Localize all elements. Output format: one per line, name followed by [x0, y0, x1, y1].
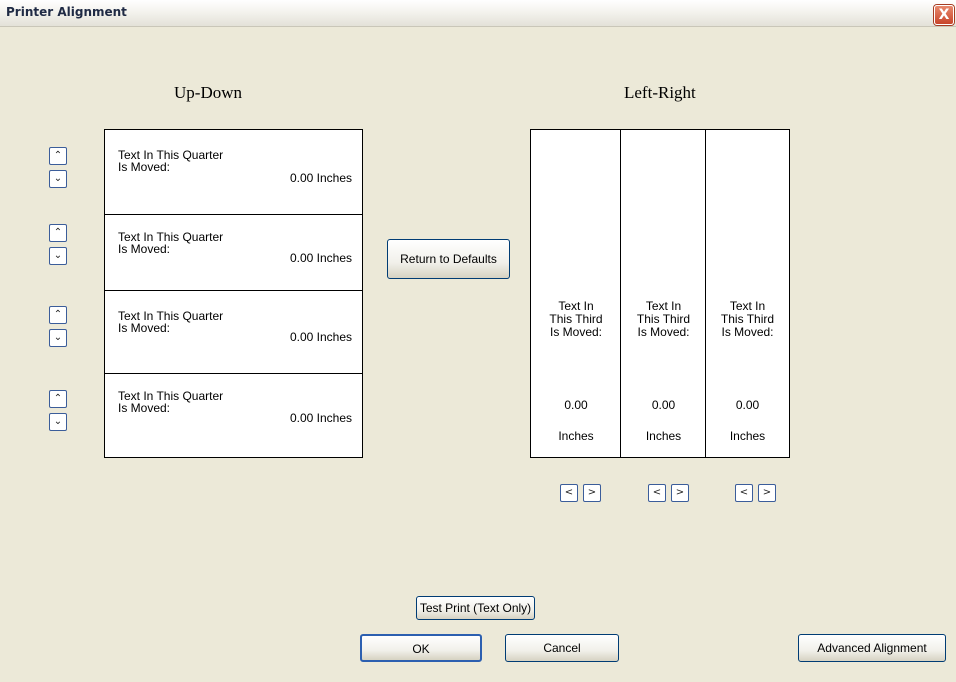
- quarter-value: 0.00 Inches: [289, 251, 352, 265]
- third-label-line3: Is Moved:: [549, 325, 603, 339]
- return-to-defaults-button[interactable]: Return to Defaults: [387, 239, 510, 279]
- window-title: Printer Alignment: [6, 5, 127, 19]
- third-label-line3: Is Moved:: [721, 325, 774, 339]
- quarter-3-down-button[interactable]: ⌄: [49, 329, 67, 347]
- quarter-4-up-button[interactable]: ⌃: [49, 390, 67, 408]
- quarter-4-down-button[interactable]: ⌄: [49, 413, 67, 431]
- quarter-row: Text In This Quarter Is Moved: 0.00 Inch…: [105, 373, 362, 457]
- ok-button[interactable]: OK: [360, 634, 482, 662]
- quarter-label-line2: Is Moved:: [118, 401, 171, 415]
- quarter-label-line2: Is Moved:: [118, 242, 171, 256]
- quarter-label: Text In This Quarter Is Moved:: [118, 231, 268, 255]
- cancel-button[interactable]: Cancel: [505, 634, 619, 662]
- third-value: 0.00: [651, 398, 676, 412]
- quarter-row: Text In This Quarter Is Moved: 0.00 Inch…: [105, 290, 362, 373]
- quarter-label: Text In This Quarter Is Moved:: [118, 310, 268, 334]
- third-label: Text In This Third Is Moved:: [706, 300, 789, 339]
- up-down-panel: Text In This Quarter Is Moved: 0.00 Inch…: [104, 129, 363, 458]
- quarter-value: 0.00 Inches: [289, 171, 352, 185]
- third-column: Text In This Third Is Moved: 0.00 Inches: [531, 130, 621, 457]
- third-value: 0.00: [735, 398, 760, 412]
- third-2-left-button[interactable]: <: [648, 484, 666, 502]
- third-3-right-button[interactable]: >: [758, 484, 776, 502]
- third-unit: Inches: [729, 429, 766, 443]
- quarter-label-line2: Is Moved:: [118, 160, 171, 174]
- third-2-right-button[interactable]: >: [671, 484, 689, 502]
- quarter-row: Text In This Quarter Is Moved: 0.00 Inch…: [105, 130, 362, 214]
- quarter-1-up-button[interactable]: ⌃: [49, 147, 67, 165]
- quarter-row: Text In This Quarter Is Moved: 0.00 Inch…: [105, 214, 362, 290]
- third-3-left-button[interactable]: <: [735, 484, 753, 502]
- up-down-title: Up-Down: [174, 83, 242, 102]
- third-value: 0.00: [564, 398, 588, 412]
- left-right-title: Left-Right: [624, 83, 696, 102]
- left-right-panel: Text In This Third Is Moved: 0.00 Inches…: [530, 129, 790, 458]
- quarter-2-up-button[interactable]: ⌃: [49, 224, 67, 242]
- quarter-value: 0.00 Inches: [289, 411, 352, 425]
- third-column: Text In This Third Is Moved: 0.00 Inches: [620, 130, 706, 457]
- quarter-value: 0.00 Inches: [289, 330, 352, 344]
- quarter-label: Text In This Quarter Is Moved:: [118, 149, 268, 173]
- third-unit: Inches: [645, 429, 682, 443]
- close-icon[interactable]: X: [934, 5, 954, 25]
- third-label: Text In This Third Is Moved:: [621, 300, 706, 339]
- quarter-3-up-button[interactable]: ⌃: [49, 306, 67, 324]
- quarter-label-line2: Is Moved:: [118, 321, 171, 335]
- quarter-label: Text In This Quarter Is Moved:: [118, 390, 268, 414]
- third-unit: Inches: [558, 429, 594, 443]
- quarter-1-down-button[interactable]: ⌄: [49, 170, 67, 188]
- quarter-2-down-button[interactable]: ⌄: [49, 247, 67, 265]
- third-column: Text In This Third Is Moved: 0.00 Inches: [705, 130, 789, 457]
- advanced-alignment-button[interactable]: Advanced Alignment: [798, 634, 946, 662]
- third-label: Text In This Third Is Moved:: [531, 300, 621, 339]
- third-1-left-button[interactable]: <: [560, 484, 578, 502]
- third-label-line3: Is Moved:: [637, 325, 690, 339]
- test-print-button[interactable]: Test Print (Text Only): [416, 596, 535, 620]
- title-bar: Printer Alignment X: [0, 0, 956, 27]
- third-1-right-button[interactable]: >: [583, 484, 601, 502]
